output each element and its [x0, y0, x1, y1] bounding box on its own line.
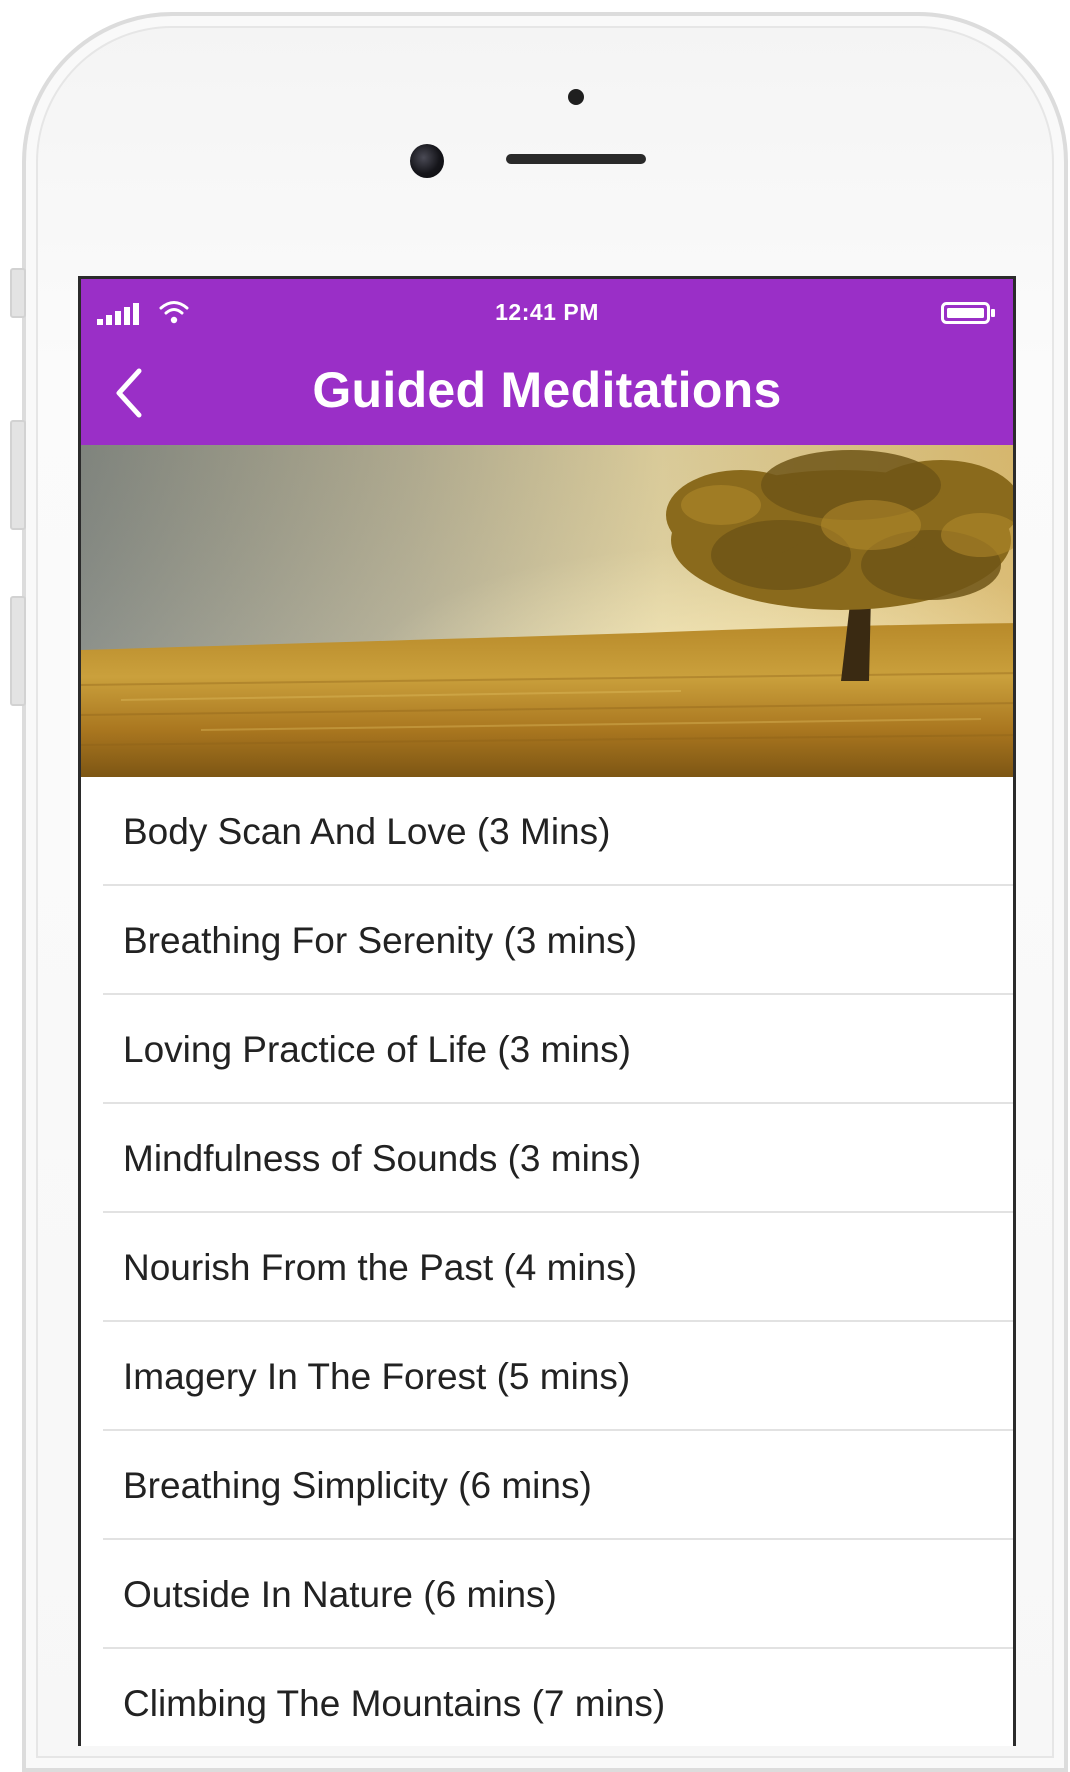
volume-down-button — [10, 596, 26, 706]
list-item[interactable]: Climbing The Mountains (7 mins) — [81, 1649, 1013, 1746]
list-item-label: Body Scan And Love (3 Mins) — [123, 811, 611, 852]
page-title: Guided Meditations — [312, 362, 782, 418]
list-item-label: Imagery In The Forest (5 mins) — [123, 1356, 631, 1397]
app-screen: 12:41 PM Guided Meditations Body Scan An… — [78, 276, 1016, 1746]
list-item-label: Breathing Simplicity (6 mins) — [123, 1465, 592, 1506]
list-item[interactable]: Imagery In The Forest (5 mins) — [81, 1322, 1013, 1431]
front-camera — [410, 144, 444, 178]
meditation-list: Body Scan And Love (3 Mins) Breathing Fo… — [81, 777, 1013, 1746]
list-item-label: Climbing The Mountains (7 mins) — [123, 1683, 666, 1724]
list-item-label: Breathing For Serenity (3 mins) — [123, 920, 638, 961]
mute-switch — [10, 268, 26, 318]
hero-landscape-image — [81, 445, 1013, 777]
list-item-label: Outside In Nature (6 mins) — [123, 1574, 557, 1615]
earpiece-speaker — [506, 154, 646, 164]
list-item-label: Nourish From the Past (4 mins) — [123, 1247, 638, 1288]
volume-up-button — [10, 420, 26, 530]
list-item-label: Loving Practice of Life (3 mins) — [123, 1029, 631, 1070]
list-item[interactable]: Loving Practice of Life (3 mins) — [81, 995, 1013, 1104]
list-item[interactable]: Outside In Nature (6 mins) — [81, 1540, 1013, 1649]
battery-icon — [941, 302, 995, 324]
status-time: 12:41 PM — [495, 299, 599, 325]
list-item[interactable]: Mindfulness of Sounds (3 mins) — [81, 1104, 1013, 1213]
proximity-sensor-dot — [568, 89, 584, 105]
list-item[interactable]: Nourish From the Past (4 mins) — [81, 1213, 1013, 1322]
list-item[interactable]: Body Scan And Love (3 Mins) — [81, 777, 1013, 886]
list-item[interactable]: Breathing For Serenity (3 mins) — [81, 886, 1013, 995]
status-bar: 12:41 PM — [81, 279, 1013, 339]
list-item[interactable]: Breathing Simplicity (6 mins) — [81, 1431, 1013, 1540]
app-header: 12:41 PM Guided Meditations — [81, 279, 1013, 445]
list-item-label: Mindfulness of Sounds (3 mins) — [123, 1138, 642, 1179]
